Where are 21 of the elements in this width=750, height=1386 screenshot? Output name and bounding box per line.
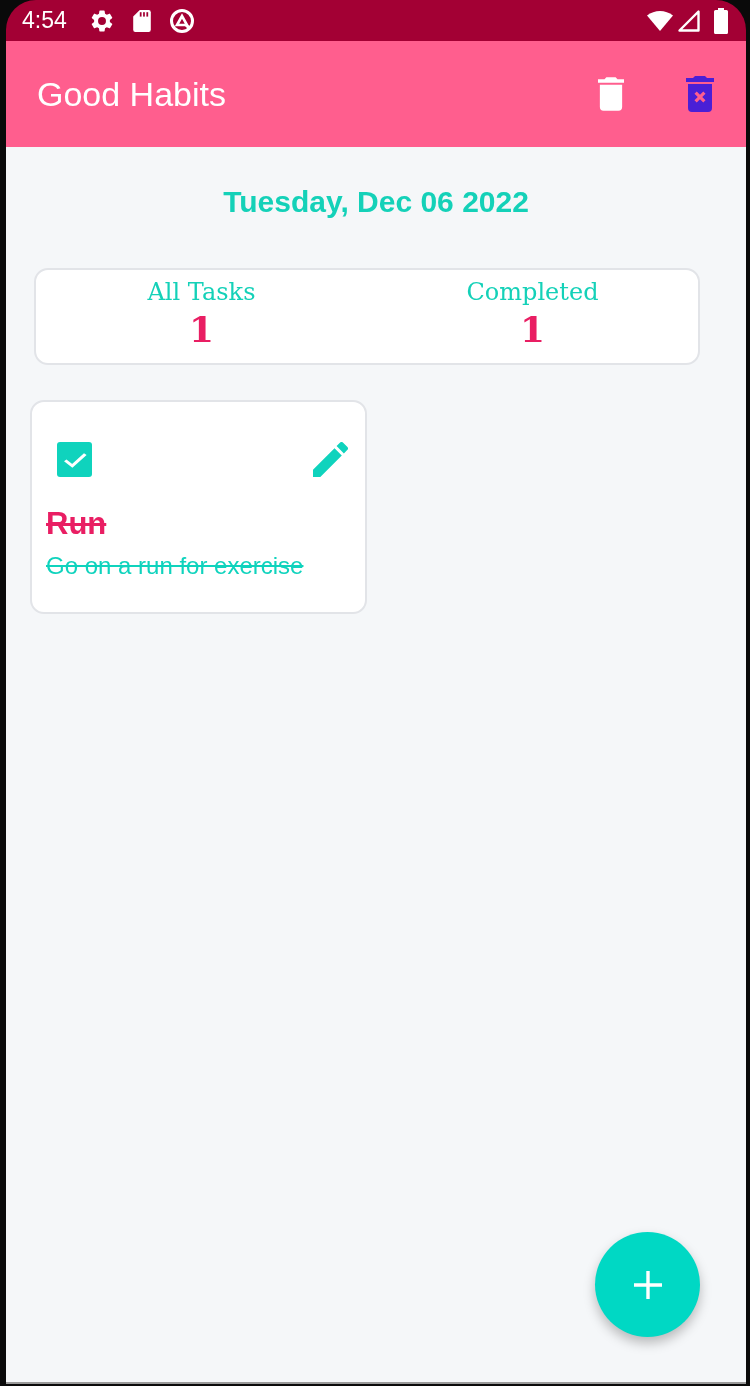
task-title: Run: [46, 506, 107, 541]
sd-card-icon: [132, 9, 151, 32]
wifi-icon: [647, 10, 673, 31]
stat-label: Completed: [466, 277, 599, 308]
stat-value: 1: [188, 308, 215, 350]
battery-icon: [714, 7, 728, 34]
gear-icon: [90, 9, 113, 32]
signal-icon: [678, 9, 700, 32]
pencil-icon[interactable]: [313, 442, 348, 477]
checkbox[interactable]: [57, 442, 92, 477]
data-saver-icon: [168, 7, 195, 34]
trash-icon[interactable]: [598, 77, 624, 111]
status-time: 4:54: [22, 6, 67, 36]
date-heading: Tuesday, Dec 06 2022: [223, 184, 529, 220]
app-title: Good Habits: [37, 73, 226, 115]
plus-icon: [633, 1270, 662, 1299]
stat-value: 1: [519, 308, 546, 350]
stat-label: All Tasks: [147, 277, 256, 308]
trash-x-icon[interactable]: [686, 76, 714, 112]
add-button[interactable]: [595, 1232, 700, 1337]
task-description: Go on a run for exercise: [46, 552, 304, 579]
